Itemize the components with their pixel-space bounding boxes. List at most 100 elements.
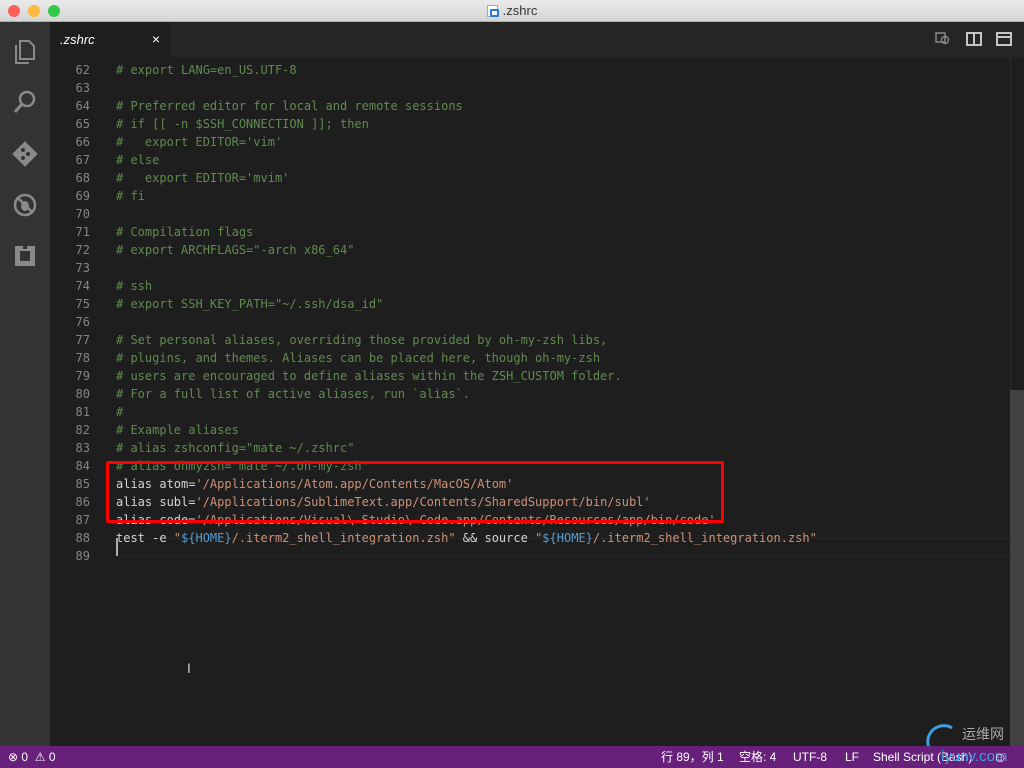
code-line: 74 # ssh	[50, 277, 1010, 295]
code-editor[interactable]: 62 # export LANG=en_US.UTF-8 63 64 # Preferr…	[50, 57, 1010, 746]
tab-close-icon[interactable]: ×	[152, 22, 160, 57]
tab-zshrc[interactable]: .zshrc ×	[50, 22, 170, 57]
line-number: 65	[75, 117, 90, 131]
code-line: 82 # Example aliases	[50, 421, 1010, 439]
code-token: # For a full list of active aliases, run…	[116, 387, 471, 401]
tab-bar: .zshrc ×	[50, 22, 1024, 57]
code-token: # export LANG=en_US.UTF-8	[116, 63, 297, 77]
annotation-highlight-box	[106, 461, 724, 523]
split-editor-icon[interactable]	[966, 32, 982, 46]
code-line: 75 # export SSH_KEY_PATH="~/.ssh/dsa_id"	[50, 295, 1010, 313]
code-token: # fi	[116, 189, 145, 203]
line-code: # export ARCHFLAGS="-arch x86_64"	[116, 241, 354, 259]
git-icon[interactable]	[10, 139, 40, 169]
code-token: # if [[ -n $SSH_CONNECTION ]]; then	[116, 117, 369, 131]
line-code: # plugins, and themes. Aliases can be pl…	[116, 349, 600, 367]
code-token: "	[173, 531, 182, 545]
code-line: 70	[50, 205, 1010, 223]
line-number: 70	[75, 207, 90, 221]
minimize-window-button[interactable]	[28, 5, 40, 17]
line-code: # else	[116, 151, 159, 169]
line-number: 83	[75, 441, 90, 455]
code-line: 81 #	[50, 403, 1010, 421]
code-token: # export SSH_KEY_PATH="~/.ssh/dsa_id"	[116, 297, 384, 311]
line-code: # Set personal aliases, overriding those…	[116, 331, 607, 349]
code-line: 68 # export EDITOR='mvim'	[50, 169, 1010, 187]
code-token: /.iterm2_shell_integration.zsh"	[592, 531, 817, 545]
line-number: 77	[75, 333, 90, 347]
line-number: 69	[75, 189, 90, 203]
line-code: # alias zshconfig="mate ~/.zshrc"	[116, 439, 354, 457]
line-number: 71	[75, 225, 90, 239]
code-token: # export EDITOR='mvim'	[116, 171, 290, 185]
error-count: 0	[21, 750, 29, 764]
code-token: test -e	[116, 531, 174, 545]
code-line: 88 test -e "${HOME}/.iterm2_shell_integra…	[50, 529, 1010, 547]
title-bar: .zshrc	[0, 0, 1024, 22]
search-icon[interactable]	[10, 87, 40, 117]
problems-indicator[interactable]: ⊗ 0 ⚠ 0	[8, 746, 56, 768]
line-number: 64	[75, 99, 90, 113]
code-token: # export EDITOR='vim'	[116, 135, 283, 149]
line-number: 86	[75, 495, 90, 509]
code-line: 66 # export EDITOR='vim'	[50, 133, 1010, 151]
line-code: # Preferred editor for local and remote …	[116, 97, 463, 115]
watermark-text: 运维网	[962, 726, 1004, 742]
line-number: 84	[75, 459, 90, 473]
code-token: # else	[116, 153, 160, 167]
scrollbar-thumb[interactable]	[1010, 390, 1024, 746]
line-number: 79	[75, 369, 90, 383]
line-number: 85	[75, 477, 90, 491]
close-window-button[interactable]	[8, 5, 20, 17]
line-number: 76	[75, 315, 90, 329]
code-token: # ssh	[116, 279, 153, 293]
code-line: 80 # For a full list of active aliases, r…	[50, 385, 1010, 403]
code-token: # alias zshconfig="mate ~/.zshrc"	[116, 441, 355, 455]
line-number: 75	[75, 297, 90, 311]
indentation[interactable]: 空格: 4	[739, 746, 776, 768]
open-changes-icon[interactable]	[935, 32, 951, 46]
line-code: test -e "${HOME}/.iterm2_shell_integrati…	[116, 529, 817, 547]
cursor-position[interactable]: 行 89，列 1	[661, 746, 724, 768]
maximize-window-button[interactable]	[48, 5, 60, 17]
more-actions-icon[interactable]	[996, 32, 1012, 46]
code-token: # Preferred editor for local and remote …	[116, 99, 463, 113]
code-token: /.iterm2_shell_integration.zsh"	[231, 531, 456, 545]
line-number: 82	[75, 423, 90, 437]
code-token: # users are encouraged to define aliases…	[116, 369, 622, 383]
line-code: # Compilation flags	[116, 223, 253, 241]
code-line: 65 # if [[ -n $SSH_CONNECTION ]]; then	[50, 115, 1010, 133]
code-token: ${HOME}	[542, 531, 593, 545]
debug-icon[interactable]	[10, 190, 40, 220]
code-line: 89	[50, 547, 1010, 565]
code-token: # export ARCHFLAGS="-arch x86_64"	[116, 243, 355, 257]
line-number: 81	[75, 405, 90, 419]
mouse-ibeam-cursor: I	[187, 660, 191, 676]
window-title: .zshrc	[502, 3, 538, 18]
code-token: # Set personal aliases, overriding those…	[116, 333, 608, 347]
code-line: 62 # export LANG=en_US.UTF-8	[50, 61, 1010, 79]
end-of-line[interactable]: LF	[845, 746, 859, 768]
code-token: ${HOME}	[181, 531, 232, 545]
encoding[interactable]: UTF-8	[793, 746, 827, 768]
line-number: 89	[75, 549, 90, 563]
feedback-smiley-icon[interactable]: ☺	[993, 746, 1007, 768]
code-line: 83 # alias zshconfig="mate ~/.zshrc"	[50, 439, 1010, 457]
line-code: # export EDITOR='vim'	[116, 133, 282, 151]
line-number: 87	[75, 513, 90, 527]
code-line: 72 # export ARCHFLAGS="-arch x86_64"	[50, 241, 1010, 259]
tab-label: .zshrc	[60, 32, 95, 47]
code-line: 78 # plugins, and themes. Aliases can be …	[50, 349, 1010, 367]
code-line: 64 # Preferred editor for local and remot…	[50, 97, 1010, 115]
line-code: # fi	[116, 187, 145, 205]
code-line: 73	[50, 259, 1010, 277]
line-code: # export LANG=en_US.UTF-8	[116, 61, 297, 79]
code-line: 69 # fi	[50, 187, 1010, 205]
code-token: # Compilation flags	[116, 225, 254, 239]
line-code: # users are encouraged to define aliases…	[116, 367, 622, 385]
explorer-icon[interactable]	[10, 37, 40, 67]
code-token: # plugins, and themes. Aliases can be pl…	[116, 351, 601, 365]
extensions-icon[interactable]	[10, 241, 40, 271]
line-number: 88	[75, 531, 90, 545]
status-bar: ⊗ 0 ⚠ 0 行 89，列 1 空格: 4 UTF-8 LF Shell Sc…	[0, 746, 1024, 768]
